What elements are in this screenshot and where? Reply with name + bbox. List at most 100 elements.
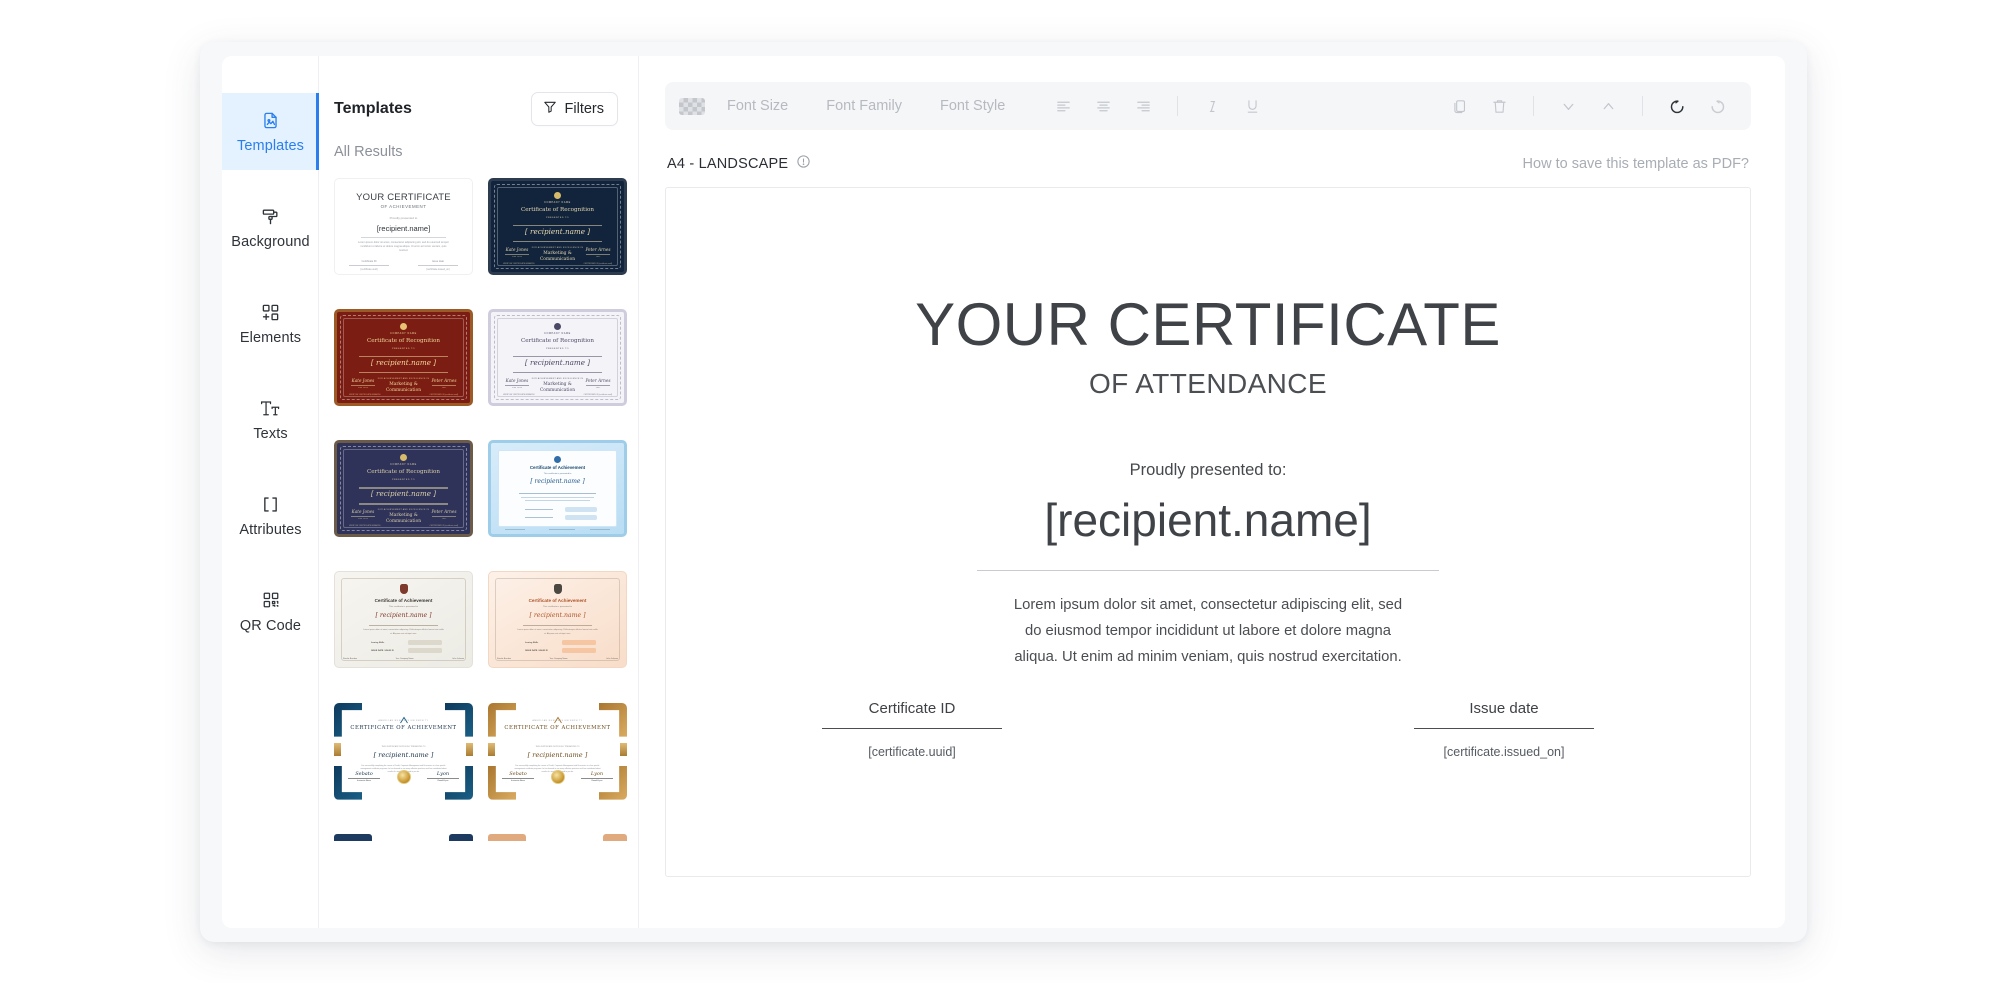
- font-size-dropdown[interactable]: Font Size: [727, 98, 788, 114]
- thumb-footer-center: Your Company Name: [549, 658, 568, 661]
- delete-icon[interactable]: [1484, 91, 1514, 121]
- sidebar-item-templates[interactable]: Templates: [222, 93, 319, 170]
- sidebar-item-qr-code[interactable]: QR Code: [222, 573, 319, 650]
- template-thumbnail[interactable]: COMPANY NAME Certificate of Recognition …: [488, 309, 627, 407]
- thumb-company: COMPANY NAME: [390, 463, 417, 467]
- align-right-icon[interactable]: [1128, 91, 1158, 121]
- italic-icon[interactable]: [1197, 91, 1227, 121]
- filters-button[interactable]: Filters: [530, 92, 618, 126]
- thumb-rule: [523, 625, 592, 627]
- move-down-icon[interactable]: [1553, 91, 1583, 121]
- panel-title: Templates: [334, 100, 412, 117]
- align-left-icon[interactable]: [1048, 91, 1078, 121]
- duplicate-icon[interactable]: [1444, 91, 1474, 121]
- template-thumbnail-partial[interactable]: [334, 833, 473, 850]
- thumb-sig-role: Donald Lyon: [437, 779, 449, 782]
- sidebar-item-label: QR Code: [239, 618, 302, 634]
- template-thumbnail[interactable]: Certificate of Achievement This certific…: [334, 571, 473, 669]
- thumb-field-value: [certificate.uuid]: [360, 267, 378, 271]
- template-thumbnail-partial[interactable]: [488, 833, 627, 850]
- thumb-center-caption: FOR ACHIEVEMENT AND EXCELLENCE IN: [377, 378, 430, 381]
- issue-date-field[interactable]: Issue date [certificate.issued_on]: [1406, 700, 1602, 759]
- thumb-sig-line: [351, 516, 375, 517]
- thumb-row: ISSUE DATE / VALID ID: [525, 648, 596, 654]
- rail-gap: [222, 554, 318, 573]
- sidebar-item-label: Texts: [253, 426, 288, 442]
- font-family-dropdown[interactable]: Font Family: [826, 98, 902, 114]
- thumb-sig-line: [432, 385, 456, 386]
- info-icon[interactable]: [796, 154, 811, 173]
- thumb-sig-line: [586, 254, 610, 255]
- thumb-signature-right: Lyon Donald Lyon: [427, 771, 459, 782]
- thumb-divider: [513, 241, 602, 243]
- redo-icon[interactable]: [1702, 91, 1732, 121]
- underline-icon[interactable]: [1237, 91, 1267, 121]
- thumb-presented: PRESENTED TO: [546, 217, 569, 219]
- thumb-signature-right: Peter Arnes CEO: [427, 509, 461, 521]
- template-thumbnail[interactable]: AMERICAN BUSINESS UNIVERSITY CERTIFICATE…: [488, 702, 627, 800]
- thumb-signature-right: Peter Arnes CEO: [581, 378, 615, 390]
- thumb-row-label: Issuing Skills: [525, 641, 539, 644]
- certificate-canvas[interactable]: YOUR CERTIFICATE OF ATTENDANCE Proudly p…: [665, 187, 1751, 877]
- thumb-recipient: [ recipient.name ]: [370, 358, 437, 368]
- thumb-footer-right: CERTIFICATE ID [certificate.uuid]: [429, 525, 458, 528]
- text-color-swatch[interactable]: [679, 97, 705, 115]
- move-up-icon[interactable]: [1593, 91, 1623, 121]
- thumb-sig-role: Donald Lyon: [591, 779, 603, 782]
- certificate-id-field[interactable]: Certificate ID [certificate.uuid]: [814, 700, 1010, 759]
- template-thumbnail[interactable]: COMPANY NAME Certificate of Recognition …: [334, 440, 473, 538]
- thumb-body: Lorem ipsum dolor sit amet, consectetur …: [358, 241, 449, 253]
- thumb-field-line: [349, 265, 389, 266]
- thumb-title: Certificate of Recognition: [366, 338, 441, 345]
- thumb-rule: [369, 625, 438, 627]
- sidebar-item-background[interactable]: Background: [222, 189, 319, 266]
- template-thumbnail[interactable]: YOUR CERTIFICATE OF ACHIEVEMENT Proudly …: [334, 178, 473, 275]
- certificate-body-text[interactable]: Lorem ipsum dolor sit amet, consectetur …: [1008, 593, 1408, 671]
- how-to-save-pdf-link[interactable]: How to save this template as PDF?: [1523, 156, 1749, 172]
- thumb-center-block: FOR ACHIEVEMENT AND EXCELLENCE IN Market…: [528, 378, 588, 394]
- thumb-rule: [519, 493, 596, 495]
- thumb-row: Issuing Skills: [371, 640, 442, 646]
- certificate-subtitle[interactable]: OF ATTENDANCE: [666, 368, 1750, 400]
- thumb-presented: THIS CERTIFICATE IS PROUDLY PRESENTED TO: [381, 745, 426, 748]
- template-thumbnail[interactable]: COMPANY NAME Certificate of Recognition …: [334, 309, 473, 407]
- template-thumbnail[interactable]: Certificate of Achievement This certific…: [488, 571, 627, 669]
- align-center-icon[interactable]: [1088, 91, 1118, 121]
- thumb-footer-left: Rosalie Brandon: [343, 658, 357, 661]
- sidebar-item-label: Elements: [239, 330, 302, 346]
- template-thumbnail[interactable]: COMPANY NAME Certificate of Recognition …: [488, 178, 627, 275]
- thumb-org: AMERICAN BUSINESS UNIVERSITY: [532, 719, 583, 722]
- thumb-center-text: Marketing & Communication: [539, 251, 576, 262]
- thumb-presented: This certificate is presented to: [388, 606, 419, 609]
- thumb-field-right: Issue date [certificate.issued_on]: [418, 260, 458, 271]
- thumb-company: COMPANY NAME: [390, 332, 417, 336]
- sidebar-item-attributes[interactable]: Attributes: [222, 477, 319, 554]
- thumb-center-caption: FOR ACHIEVEMENT AND EXCELLENCE IN: [377, 509, 430, 512]
- template-thumbnail[interactable]: Certificate of Achievement This certific…: [488, 440, 627, 538]
- certificate-presented-to[interactable]: Proudly presented to:: [666, 461, 1750, 480]
- font-style-dropdown[interactable]: Font Style: [940, 98, 1005, 114]
- undo-icon[interactable]: [1662, 91, 1692, 121]
- thumb-sig-name: Peter Arnes: [431, 378, 457, 384]
- thumb-label-line: [525, 517, 553, 519]
- sidebar-item-elements[interactable]: Elements: [222, 285, 319, 362]
- certificate-title[interactable]: YOUR CERTIFICATE: [666, 290, 1750, 359]
- issue-date-value: [certificate.issued_on]: [1443, 745, 1565, 759]
- thumb-title: Certificate of Achievement: [529, 465, 586, 471]
- format-toolbar: Font Size Font Family Font Style: [665, 82, 1751, 130]
- thumb-presented: This certificate is presented to: [543, 473, 572, 476]
- thumb-center-block: FOR ACHIEVEMENT AND EXCELLENCE IN Market…: [374, 378, 434, 394]
- certificate-id-value: [certificate.uuid]: [868, 745, 956, 759]
- thumb-sig-line: [348, 777, 380, 779]
- sidebar-item-texts[interactable]: Texts: [222, 381, 319, 458]
- thumb-sig-sub: CEO: [595, 256, 601, 259]
- certificate-recipient-name[interactable]: [recipient.name]: [666, 493, 1750, 547]
- thumb-center-block: FOR ACHIEVEMENT AND EXCELLENCE IN Market…: [374, 509, 434, 525]
- thumb-row: ISSUE DATE / VALID ID: [371, 648, 442, 654]
- thumb-recipient: [ recipient.name ]: [375, 612, 432, 620]
- thumb-title: YOUR CERTIFICATE: [356, 192, 451, 203]
- thumb-text-line: [525, 500, 590, 502]
- thumb-footer-right: John Johnson: [606, 658, 618, 661]
- thumb-presented: PRESENTED TO: [546, 348, 569, 351]
- template-thumbnail[interactable]: AMERICAN BUSINESS UNIVERSITY CERTIFICATE…: [334, 702, 473, 800]
